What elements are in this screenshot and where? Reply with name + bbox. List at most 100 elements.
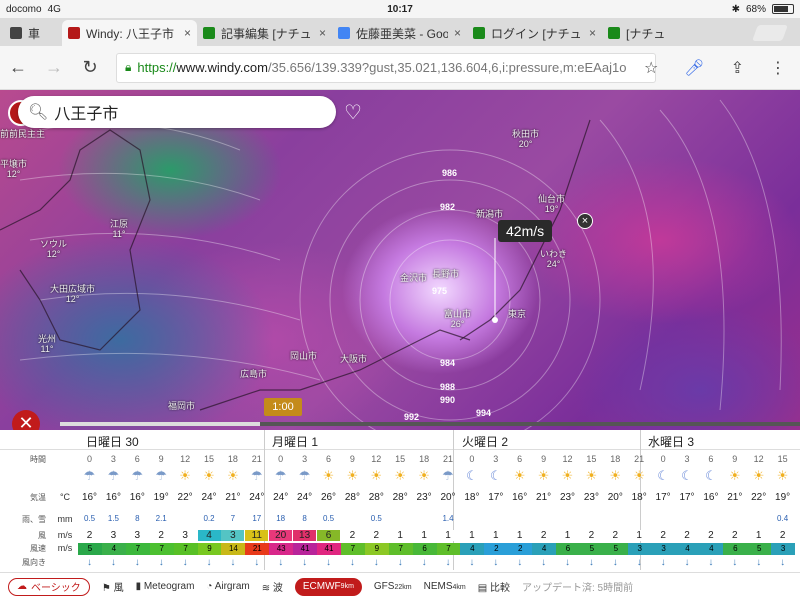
city-label: 前前民主主 bbox=[0, 129, 46, 139]
isobar-label: 988 bbox=[440, 382, 456, 392]
wind-direction-icon: ↓ bbox=[612, 557, 618, 568]
back-icon[interactable]: ← bbox=[0, 57, 36, 78]
reload-icon[interactable]: ↻ bbox=[72, 57, 108, 78]
tab-favicon bbox=[203, 27, 215, 39]
hour-cell: 3 bbox=[302, 454, 308, 464]
gust-cell: 14 bbox=[221, 543, 246, 555]
temp-cell: 28° bbox=[344, 492, 360, 503]
search-input[interactable]: 🔍︎ 八王子市 bbox=[18, 96, 336, 128]
ecmwf-button[interactable]: ECMWF 9km bbox=[294, 577, 362, 596]
weather-moon-icon: ☾ bbox=[681, 468, 693, 483]
wind-cell: 2 bbox=[603, 530, 627, 541]
tab-5[interactable]: [ナチュ bbox=[602, 20, 737, 46]
wind-direction-icon: ↓ bbox=[636, 557, 642, 568]
time-badge[interactable]: 1:00 bbox=[264, 398, 302, 416]
forward-icon[interactable]: → bbox=[36, 57, 72, 78]
tab-close-icon[interactable]: × bbox=[319, 26, 326, 40]
tab-3[interactable]: 佐藤亜美菜 - Goo × bbox=[332, 20, 467, 46]
wind-cell: 20 bbox=[269, 530, 293, 541]
isobar-label: 990 bbox=[440, 395, 456, 405]
basic-button[interactable]: ☁ ベーシック bbox=[8, 577, 90, 596]
timeline-bar[interactable] bbox=[60, 422, 800, 426]
temp-cell: 21° bbox=[727, 492, 743, 503]
wind-direction-icon: ↓ bbox=[565, 557, 570, 568]
row-label-temp: 気温 bbox=[30, 493, 46, 502]
gfs-button[interactable]: GFS22km bbox=[374, 581, 412, 592]
new-tab-button[interactable] bbox=[752, 25, 788, 41]
row-label-gust: 風速 bbox=[30, 544, 46, 553]
isobar-label: 982 bbox=[440, 202, 456, 212]
city-label: 大田広域市 12° bbox=[50, 284, 96, 304]
airgram-button[interactable]: ◔ Airgram bbox=[206, 581, 249, 592]
gust-cell: 2 bbox=[508, 543, 533, 555]
tab-0[interactable]: 車 bbox=[4, 20, 62, 46]
weather-sun-icon: ☀ bbox=[561, 468, 574, 483]
wind-direction-icon: ↓ bbox=[158, 557, 164, 568]
wind-direction-icon: ↓ bbox=[206, 557, 212, 568]
city-label: 長野市 bbox=[432, 269, 460, 279]
tab-close-icon[interactable]: × bbox=[589, 26, 596, 40]
bookmark-star-icon[interactable]: ☆ bbox=[644, 58, 658, 78]
menu-icon[interactable]: ⋮ bbox=[770, 58, 786, 78]
gust-cell: 4 bbox=[460, 543, 485, 555]
favorite-heart-icon[interactable]: ♡ bbox=[344, 100, 362, 125]
weather-rain-cloud-icon: ☂ bbox=[298, 468, 311, 483]
tab-close-icon[interactable]: × bbox=[184, 26, 191, 40]
wind-button[interactable]: ⚑ 風 bbox=[102, 579, 124, 594]
wind-direction-icon: ↓ bbox=[732, 557, 738, 568]
tab-title: [ナチュ bbox=[626, 26, 666, 41]
isobar-label: 992 bbox=[404, 412, 420, 422]
meteogram-button[interactable]: ▮ Meteogram bbox=[136, 581, 195, 592]
rain-cell: 8 bbox=[302, 514, 307, 523]
city-label: いわき 24° bbox=[540, 249, 568, 269]
waves-button[interactable]: ≋ 波 bbox=[262, 579, 283, 594]
gust-cell: 41 bbox=[317, 543, 341, 555]
share-icon[interactable]: ⇪ bbox=[731, 58, 744, 78]
tab-close-icon[interactable]: × bbox=[454, 26, 461, 40]
tab-2[interactable]: 記事編集 [ナチュ × bbox=[197, 20, 332, 46]
temp-cell: 20° bbox=[607, 492, 623, 503]
weather-sun-icon: ☀ bbox=[633, 468, 646, 483]
hour-cell: 9 bbox=[349, 454, 355, 464]
hour-cell: 9 bbox=[732, 454, 738, 464]
city-label: 江原 11° bbox=[110, 219, 129, 239]
weather-map[interactable]: 平壌市 12° ソウル 12° 大田広域市 12° 光州 11° 秋田市 20° 仙台市 19° 新潟市… bbox=[0, 90, 800, 430]
tab-4[interactable]: ログイン [ナチュ × bbox=[467, 20, 602, 46]
hour-cell: 12 bbox=[562, 454, 573, 464]
nems-button[interactable]: NEMS4km bbox=[424, 581, 466, 592]
weather-rain-cloud-icon: ☂ bbox=[442, 468, 454, 483]
hour-cell: 3 bbox=[110, 454, 116, 464]
hour-cell: 6 bbox=[517, 454, 523, 464]
wind-direction-icon: ↓ bbox=[182, 557, 188, 568]
gust-cell: 9 bbox=[197, 543, 222, 555]
city-label: 秋田市 20° bbox=[512, 129, 540, 149]
gust-cell: 3 bbox=[651, 543, 676, 555]
compare-button[interactable]: ▤ 比較 bbox=[478, 579, 510, 594]
wind-cell: 1 bbox=[460, 530, 484, 541]
temp-cell: 24° bbox=[201, 492, 217, 503]
city-label: 大阪市 bbox=[340, 354, 368, 364]
temp-cell: 28° bbox=[368, 492, 384, 503]
wind-direction-icon: ↓ bbox=[445, 557, 451, 568]
weather-rain-cloud-icon: ☂ bbox=[250, 468, 263, 483]
temp-cell: 28° bbox=[392, 492, 408, 503]
gust-cell: 43 bbox=[269, 543, 294, 555]
gust-cell: 4 bbox=[675, 543, 700, 555]
tab-1[interactable]: Windy: 八王子市 × bbox=[62, 20, 197, 46]
rain-cell: 18 bbox=[276, 514, 286, 523]
temp-cell: 16° bbox=[129, 492, 145, 503]
weather-sun-icon: ☀ bbox=[227, 468, 239, 483]
weather-sun-icon: ☀ bbox=[394, 468, 407, 483]
tab-bar: 車 Windy: 八王子市 × 記事編集 [ナチュ × 佐藤亜美菜 - Goo × ログイン … bbox=[0, 18, 800, 46]
city-label: 平壌市 12° bbox=[0, 159, 28, 179]
close-pin-icon[interactable]: × bbox=[577, 213, 593, 229]
wind-cell: 3 bbox=[173, 530, 197, 541]
url-field[interactable]: 🔒︎ https://www.windy.com/35.656/139.339?… bbox=[116, 52, 656, 83]
wind-cell: 13 bbox=[293, 530, 317, 541]
hour-cell: 3 bbox=[684, 454, 690, 464]
hour-cell: 18 bbox=[227, 454, 238, 464]
microphone-icon[interactable]: 🎤︎ bbox=[684, 58, 704, 78]
weather-moon-icon: ☾ bbox=[705, 468, 717, 483]
day-label: 火曜日 2 bbox=[462, 435, 509, 449]
weather-sun-icon: ☀ bbox=[346, 468, 359, 483]
